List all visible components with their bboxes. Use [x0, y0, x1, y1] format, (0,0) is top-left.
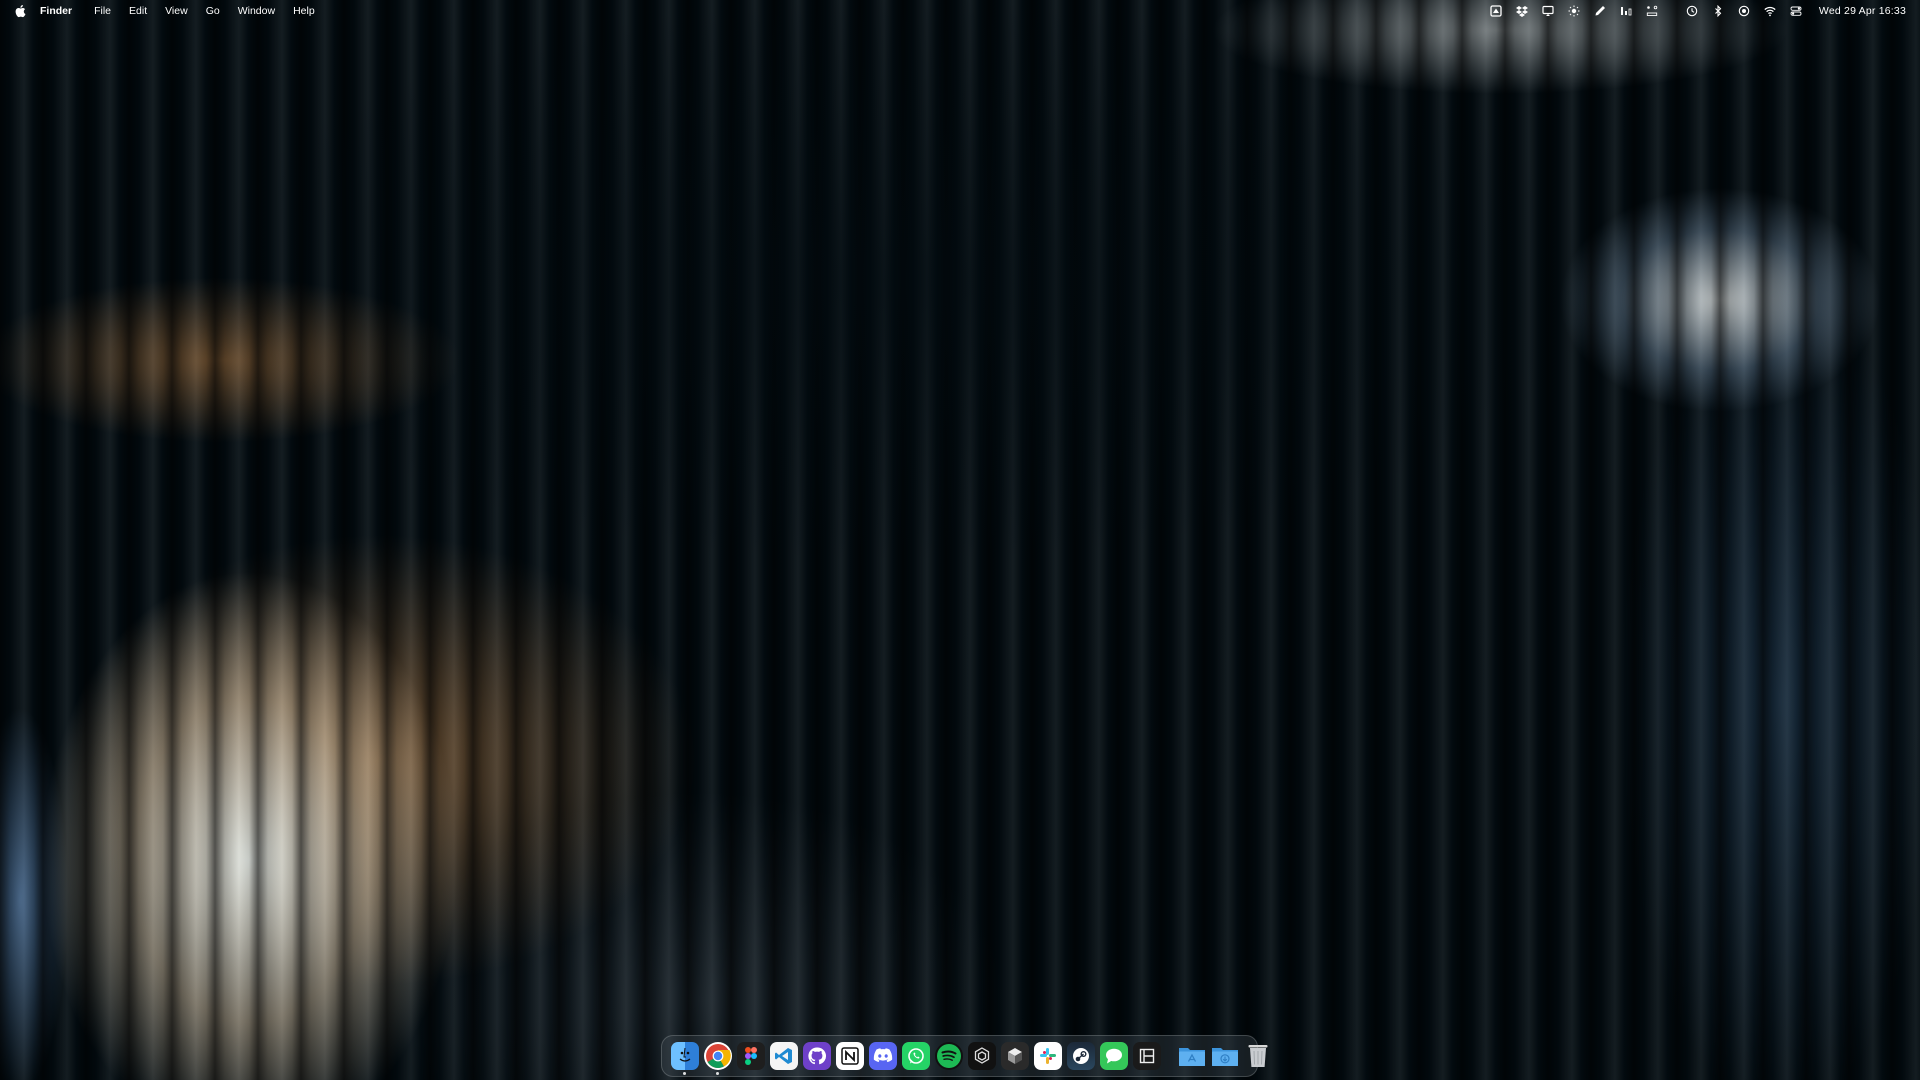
running-indicator	[683, 1072, 686, 1075]
bluetooth-icon[interactable]	[1711, 4, 1725, 18]
time-machine-icon[interactable]	[1685, 4, 1699, 18]
chatgpt-icon[interactable]	[967, 1042, 996, 1070]
battery-stats-icon[interactable]	[1619, 4, 1633, 18]
brightness-icon[interactable]	[1567, 4, 1581, 18]
apple-icon[interactable]	[14, 4, 26, 18]
dock	[661, 1035, 1267, 1077]
drive-icon[interactable]	[1489, 4, 1503, 18]
vscode-icon[interactable]	[769, 1042, 798, 1070]
app-switch-icon[interactable]	[1645, 4, 1659, 18]
figma-icon[interactable]	[736, 1042, 765, 1070]
applications-folder-icon[interactable]	[1178, 1042, 1206, 1070]
downloads-folder-icon[interactable]	[1211, 1042, 1239, 1070]
whatsapp-icon[interactable]	[901, 1042, 930, 1070]
desktop-wallpaper	[0, 0, 1920, 1080]
screen-record-icon[interactable]	[1737, 4, 1751, 18]
discord-icon[interactable]	[868, 1042, 897, 1070]
menu-window[interactable]: Window	[238, 5, 275, 17]
menu-edit[interactable]: Edit	[129, 5, 147, 17]
github-icon[interactable]	[802, 1042, 831, 1070]
notion-icon[interactable]	[835, 1042, 864, 1070]
spotify-icon[interactable]	[934, 1042, 963, 1070]
menu-go[interactable]: Go	[206, 5, 220, 17]
chrome-icon[interactable]	[703, 1042, 732, 1075]
dropbox-icon[interactable]	[1515, 4, 1529, 18]
steam-icon[interactable]	[1066, 1042, 1095, 1070]
menu-bar-left: Finder File Edit View Go Window Help	[0, 4, 333, 18]
control-center-icon[interactable]	[1789, 4, 1803, 18]
menu-help[interactable]: Help	[293, 5, 315, 17]
menu-app-name[interactable]: Finder	[40, 5, 72, 17]
wifi-icon[interactable]	[1763, 4, 1777, 18]
menu-bar-right: Wed 29 Apr 16:33	[1477, 4, 1920, 18]
slack-icon[interactable]	[1033, 1042, 1062, 1070]
menu-bar-clock[interactable]: Wed 29 Apr 16:33	[1819, 5, 1906, 17]
display-icon[interactable]	[1541, 4, 1555, 18]
running-indicator	[716, 1072, 719, 1075]
menu-view[interactable]: View	[165, 5, 188, 17]
pen-icon[interactable]	[1593, 4, 1607, 18]
messages-icon[interactable]	[1099, 1042, 1128, 1070]
menu-file[interactable]: File	[94, 5, 111, 17]
cube-icon[interactable]	[1000, 1042, 1029, 1070]
menu-bar: Finder File Edit View Go Window Help Wed…	[0, 0, 1920, 22]
finder-icon[interactable]	[670, 1042, 699, 1075]
window-app-icon[interactable]	[1132, 1042, 1161, 1070]
wallpaper-vignette	[0, 0, 1920, 1080]
trash-icon[interactable]	[1244, 1042, 1272, 1070]
